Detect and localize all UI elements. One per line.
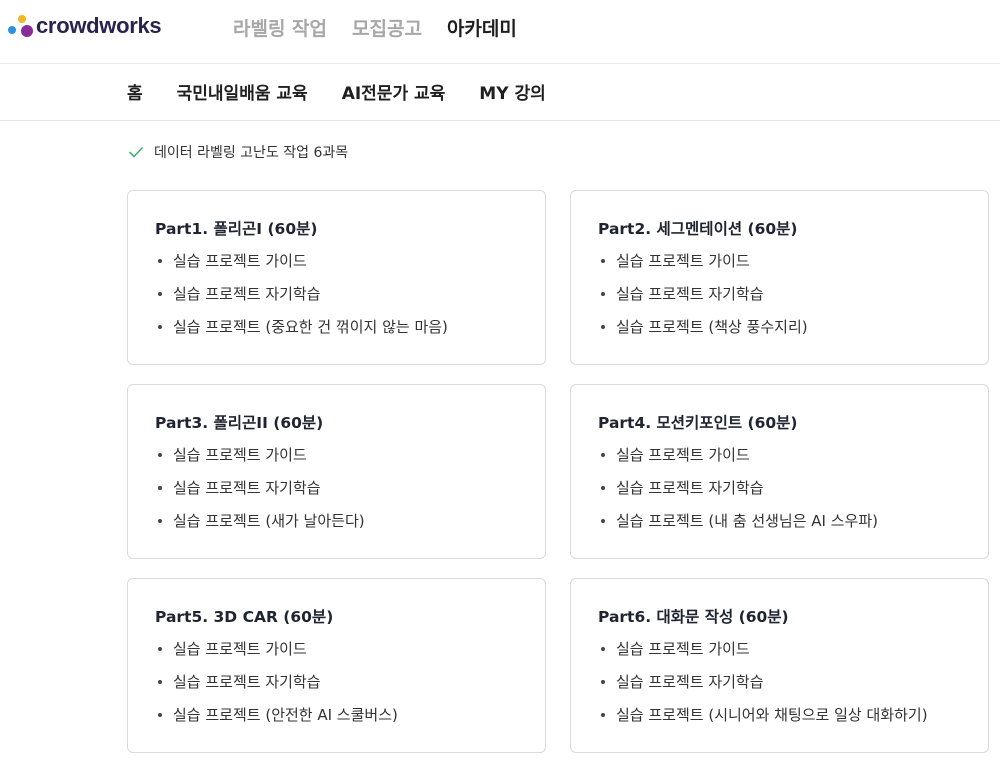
bullet-icon [601,292,605,296]
bullet-icon [601,680,605,684]
course-item: 실습 프로젝트 자기학습 [158,477,365,510]
course-item: 실습 프로젝트 가이드 [601,250,808,283]
crowdworks-logo[interactable]: crowdworks [7,12,162,40]
bullet-icon [158,292,162,296]
bullet-icon [158,680,162,684]
nav-labeling-work[interactable]: 라벨링 작업 [233,14,327,41]
course-item: 실습 프로젝트 (내 춤 선생님은 AI 스우파) [601,510,878,543]
course-item-label: 실습 프로젝트 가이드 [616,252,750,270]
subnav-my-courses[interactable]: MY 강의 [479,79,545,104]
course-item-label: 실습 프로젝트 자기학습 [173,479,321,497]
course-item-label: 실습 프로젝트 (새가 날아든다) [173,512,365,530]
course-item-label: 실습 프로젝트 가이드 [616,640,750,658]
course-item: 실습 프로젝트 자기학습 [601,283,808,316]
course-item-label: 실습 프로젝트 자기학습 [616,479,764,497]
course-item-label: 실습 프로젝트 (내 춤 선생님은 AI 스우파) [616,512,878,530]
course-item-label: 실습 프로젝트 (책상 풍수지리) [616,318,808,336]
subnav-home[interactable]: 홈 [127,79,143,104]
bullet-icon [601,453,605,457]
course-item: 실습 프로젝트 자기학습 [158,671,398,704]
course-notice: 데이터 라벨링 고난도 작업 6과목 [128,142,348,162]
bullet-icon [601,325,605,329]
sub-nav: 홈 국민내일배움 교육 AI전문가 교육 MY 강의 [127,79,580,104]
bullet-icon [158,453,162,457]
course-item-label: 실습 프로젝트 가이드 [173,252,307,270]
bullet-icon [601,519,605,523]
bullet-icon [158,325,162,329]
course-item-list: 실습 프로젝트 가이드실습 프로젝트 자기학습실습 프로젝트 (중요한 건 꺾이… [158,250,448,349]
course-item: 실습 프로젝트 (중요한 건 꺾이지 않는 마음) [158,316,448,349]
bullet-icon [158,647,162,651]
course-title: Part2. 세그멘테이션 (60분) [598,220,798,238]
course-item-label: 실습 프로젝트 (시니어와 채팅으로 일상 대화하기) [616,706,928,724]
notice-text: 데이터 라벨링 고난도 작업 6과목 [154,145,349,161]
course-item-label: 실습 프로젝트 가이드 [616,446,750,464]
course-card[interactable]: Part1. 폴리곤I (60분) 실습 프로젝트 가이드실습 프로젝트 자기학습… [127,190,546,365]
course-item: 실습 프로젝트 가이드 [158,250,448,283]
bullet-icon [601,647,605,651]
course-item: 실습 프로젝트 자기학습 [158,283,448,316]
course-title: Part6. 대화문 작성 (60분) [598,608,789,626]
course-item: 실습 프로젝트 가이드 [601,444,878,477]
bullet-icon [158,713,162,717]
course-item-label: 실습 프로젝트 가이드 [173,640,307,658]
subnav-national-training[interactable]: 국민내일배움 교육 [177,79,308,104]
bullet-icon [601,713,605,717]
course-item: 실습 프로젝트 가이드 [158,444,365,477]
check-icon [129,147,143,158]
nav-recruitment[interactable]: 모집공고 [352,14,422,41]
course-item: 실습 프로젝트 가이드 [601,638,928,671]
top-navigation-bar: crowdworks 라벨링 작업 모집공고 아카데미 [0,0,1000,64]
course-title: Part1. 폴리곤I (60분) [155,220,318,238]
bullet-icon [601,486,605,490]
course-title: Part4. 모션키포인트 (60분) [598,414,798,432]
course-item-label: 실습 프로젝트 자기학습 [173,673,321,691]
bullet-icon [158,519,162,523]
bullet-icon [158,486,162,490]
sub-navigation-bar: 홈 국민내일배움 교육 AI전문가 교육 MY 강의 [0,64,1000,121]
course-title: Part3. 폴리곤II (60분) [155,414,324,432]
course-item-label: 실습 프로젝트 (중요한 건 꺾이지 않는 마음) [173,318,448,336]
logo-dots-icon [8,15,33,37]
course-card[interactable]: Part6. 대화문 작성 (60분) 실습 프로젝트 가이드실습 프로젝트 자기… [570,578,989,753]
course-item-label: 실습 프로젝트 (안전한 AI 스쿨버스) [173,706,398,724]
course-item-list: 실습 프로젝트 가이드실습 프로젝트 자기학습실습 프로젝트 (내 춤 선생님은… [601,444,878,543]
course-card[interactable]: Part2. 세그멘테이션 (60분) 실습 프로젝트 가이드실습 프로젝트 자기… [570,190,989,365]
course-title: Part5. 3D CAR (60분) [155,608,334,626]
course-item-label: 실습 프로젝트 자기학습 [616,285,764,303]
course-item: 실습 프로젝트 자기학습 [601,671,928,704]
subnav-ai-expert-training[interactable]: AI전문가 교육 [342,79,446,104]
course-item: 실습 프로젝트 (안전한 AI 스쿨버스) [158,704,398,737]
course-item: 실습 프로젝트 가이드 [158,638,398,671]
nav-academy[interactable]: 아카데미 [447,14,517,41]
course-item: 실습 프로젝트 (새가 날아든다) [158,510,365,543]
course-card[interactable]: Part5. 3D CAR (60분) 실습 프로젝트 가이드실습 프로젝트 자기… [127,578,546,753]
bullet-icon [601,259,605,263]
course-item-list: 실습 프로젝트 가이드실습 프로젝트 자기학습실습 프로젝트 (책상 풍수지리) [601,250,808,349]
course-item-list: 실습 프로젝트 가이드실습 프로젝트 자기학습실습 프로젝트 (안전한 AI 스… [158,638,398,737]
course-item-list: 실습 프로젝트 가이드실습 프로젝트 자기학습실습 프로젝트 (새가 날아든다) [158,444,365,543]
main-nav: 라벨링 작업 모집공고 아카데미 [233,14,542,41]
logo-text: crowdworks [36,13,162,38]
course-item: 실습 프로젝트 자기학습 [601,477,878,510]
course-item-label: 실습 프로젝트 자기학습 [616,673,764,691]
course-item-label: 실습 프로젝트 가이드 [173,446,307,464]
course-card[interactable]: Part3. 폴리곤II (60분) 실습 프로젝트 가이드실습 프로젝트 자기학… [127,384,546,559]
bullet-icon [158,259,162,263]
course-card[interactable]: Part4. 모션키포인트 (60분) 실습 프로젝트 가이드실습 프로젝트 자기… [570,384,989,559]
course-item: 실습 프로젝트 (시니어와 채팅으로 일상 대화하기) [601,704,928,737]
course-item: 실습 프로젝트 (책상 풍수지리) [601,316,808,349]
course-item-label: 실습 프로젝트 자기학습 [173,285,321,303]
course-item-list: 실습 프로젝트 가이드실습 프로젝트 자기학습실습 프로젝트 (시니어와 채팅으… [601,638,928,737]
